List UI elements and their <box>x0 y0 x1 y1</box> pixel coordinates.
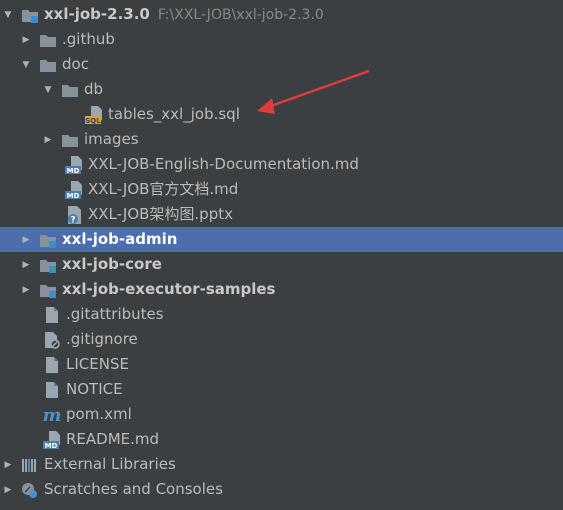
tree-row-doc[interactable]: ▼ doc <box>0 52 563 77</box>
expand-arrow-icon[interactable]: ▼ <box>42 77 54 102</box>
tree-row-doc-cn[interactable]: MD XXL-JOB官方文档.md <box>0 177 563 202</box>
md-icon-text: MD <box>67 192 80 200</box>
collapse-arrow-icon[interactable]: ▶ <box>20 27 32 52</box>
root-path: F:\XXL-JOB\xxl-job-2.3.0 <box>157 6 324 23</box>
doc-label: doc <box>62 55 89 73</box>
module-folder-icon <box>38 255 58 275</box>
notice-label: NOTICE <box>66 380 123 398</box>
images-label: images <box>84 130 139 148</box>
scratches-icon <box>20 480 40 500</box>
tree-row-db[interactable]: ▼ db <box>0 77 563 102</box>
tree-row-readme[interactable]: MD README.md <box>0 427 563 452</box>
markdown-file-icon: MD <box>64 180 84 200</box>
license-label: LICENSE <box>66 355 129 373</box>
tree-row-root[interactable]: ▼ xxl-job-2.3.0 F:\XXL-JOB\xxl-job-2.3.0 <box>0 2 563 27</box>
text-file-icon <box>42 380 62 400</box>
collapse-arrow-icon[interactable]: ▶ <box>20 277 32 302</box>
text-file-icon <box>42 305 62 325</box>
collapse-arrow-icon[interactable]: ▶ <box>2 452 14 477</box>
tree-row-tables-sql[interactable]: SQL tables_xxl_job.sql <box>0 102 563 127</box>
gitignore-label: .gitignore <box>66 330 138 348</box>
root-label: xxl-job-2.3.0 <box>44 5 150 23</box>
text-file-icon <box>42 355 62 375</box>
scratches-label: Scratches and Consoles <box>44 480 223 498</box>
expand-arrow-icon[interactable]: ▼ <box>2 2 14 27</box>
module-folder-icon <box>38 230 58 250</box>
sql-file-icon: SQL <box>84 105 104 125</box>
markdown-file-icon: MD <box>42 430 62 450</box>
project-tree: ▼ xxl-job-2.3.0 F:\XXL-JOB\xxl-job-2.3.0… <box>0 0 563 510</box>
expand-arrow-icon[interactable]: ▼ <box>20 52 32 77</box>
folder-icon <box>38 55 58 75</box>
tree-row-doc-en[interactable]: MD XXL-JOB-English-Documentation.md <box>0 152 563 177</box>
tree-row-images[interactable]: ▶ images <box>0 127 563 152</box>
module-folder-icon <box>20 5 40 25</box>
doc-en-label: XXL-JOB-English-Documentation.md <box>88 155 359 173</box>
tree-row-pom[interactable]: m pom.xml <box>0 402 563 427</box>
external-libraries-label: External Libraries <box>44 455 176 473</box>
tree-row-gitattributes[interactable]: .gitattributes <box>0 302 563 327</box>
md-icon-text: MD <box>67 167 80 175</box>
readme-label: README.md <box>66 430 160 448</box>
collapse-arrow-icon[interactable]: ▶ <box>2 477 14 502</box>
md-icon-text: MD <box>45 442 58 450</box>
ignored-file-icon <box>42 330 62 350</box>
module-folder-icon <box>38 280 58 300</box>
admin-label: xxl-job-admin <box>62 230 178 248</box>
tree-row-scratches[interactable]: ▶ Scratches and Consoles <box>0 477 563 502</box>
tree-row-executor[interactable]: ▶ xxl-job-executor-samples <box>0 277 563 302</box>
libraries-icon <box>20 455 40 475</box>
tree-row-admin[interactable]: ▶ xxl-job-admin <box>0 227 563 252</box>
tables-sql-label: tables_xxl_job.sql <box>108 105 240 123</box>
tree-row-arch-pptx[interactable]: ? XXL-JOB架构图.pptx <box>0 202 563 227</box>
pom-label: pom.xml <box>66 405 132 423</box>
unknown-file-icon: ? <box>64 205 84 225</box>
arch-pptx-label: XXL-JOB架构图.pptx <box>88 205 233 223</box>
tree-row-core[interactable]: ▶ xxl-job-core <box>0 252 563 277</box>
folder-icon <box>38 30 58 50</box>
doc-cn-label: XXL-JOB官方文档.md <box>88 180 239 198</box>
folder-icon <box>60 130 80 150</box>
collapse-arrow-icon[interactable]: ▶ <box>20 227 32 252</box>
collapse-arrow-icon[interactable]: ▶ <box>20 252 32 277</box>
gitattributes-label: .gitattributes <box>66 305 164 323</box>
tree-row-license[interactable]: LICENSE <box>0 352 563 377</box>
executor-label: xxl-job-executor-samples <box>62 280 276 298</box>
db-label: db <box>84 80 104 98</box>
maven-icon: m <box>42 405 62 425</box>
svg-text:?: ? <box>70 215 75 225</box>
markdown-file-icon: MD <box>64 155 84 175</box>
tree-row-notice[interactable]: NOTICE <box>0 377 563 402</box>
folder-icon <box>60 80 80 100</box>
tree-row-external-libraries[interactable]: ▶ External Libraries <box>0 452 563 477</box>
tree-row-github[interactable]: ▶ .github <box>0 27 563 52</box>
tree-row-gitignore[interactable]: .gitignore <box>0 327 563 352</box>
collapse-arrow-icon[interactable]: ▶ <box>42 127 54 152</box>
github-label: .github <box>62 30 115 48</box>
svg-text:m: m <box>42 406 61 424</box>
sql-icon-text: SQL <box>85 117 101 125</box>
core-label: xxl-job-core <box>62 255 162 273</box>
